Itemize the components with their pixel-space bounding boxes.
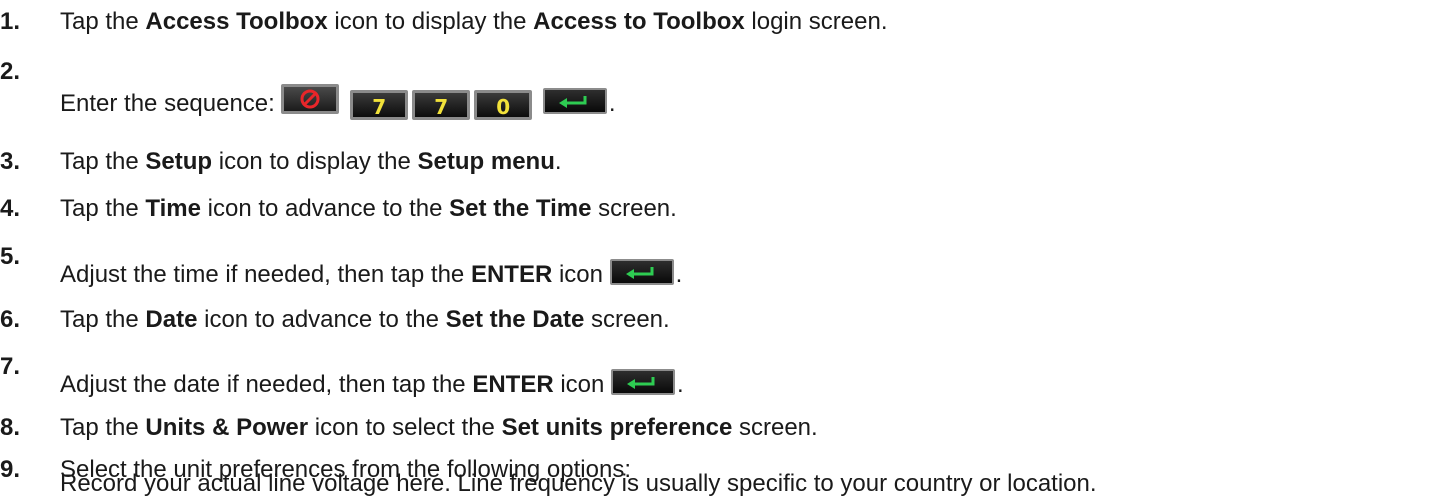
step-text: Tap the Date icon to advance to the Set … (60, 306, 670, 333)
enter-key-icon (609, 259, 674, 285)
step-number: 6. (0, 306, 21, 333)
enter-key-icon (542, 88, 607, 114)
step-text: Adjust the time if needed, then tap the (60, 261, 471, 288)
step-number: 7. (0, 353, 21, 380)
step-text: Record your actual line voltage here. Li… (60, 470, 1097, 497)
step-number: 5. (0, 243, 21, 270)
step-text: Adjust the date if needed, then tap the (60, 371, 473, 398)
digit-0-key-icon: 0 (474, 90, 533, 120)
step-text: Enter the sequence: (60, 90, 282, 117)
step-text: Tap the Units & Power icon to select the… (60, 414, 818, 441)
step-number: 4. (0, 195, 21, 222)
digit-7-key-icon: 7 (412, 90, 471, 120)
step-number: 8. (0, 414, 21, 441)
step-number: 1. (0, 8, 21, 35)
step-text: Tap the Setup icon to display the Setup … (60, 148, 562, 175)
step-number: 2. (0, 58, 21, 85)
step-number: 9. (0, 456, 21, 483)
digit-7-key-icon: 7 (350, 90, 409, 120)
enter-key-icon (611, 369, 676, 395)
cancel-key-icon (281, 84, 340, 114)
step-text: Tap the Access Toolbox icon to display t… (60, 8, 888, 35)
step-text: Tap the Time icon to advance to the Set … (60, 195, 677, 222)
step-number: 3. (0, 148, 21, 175)
